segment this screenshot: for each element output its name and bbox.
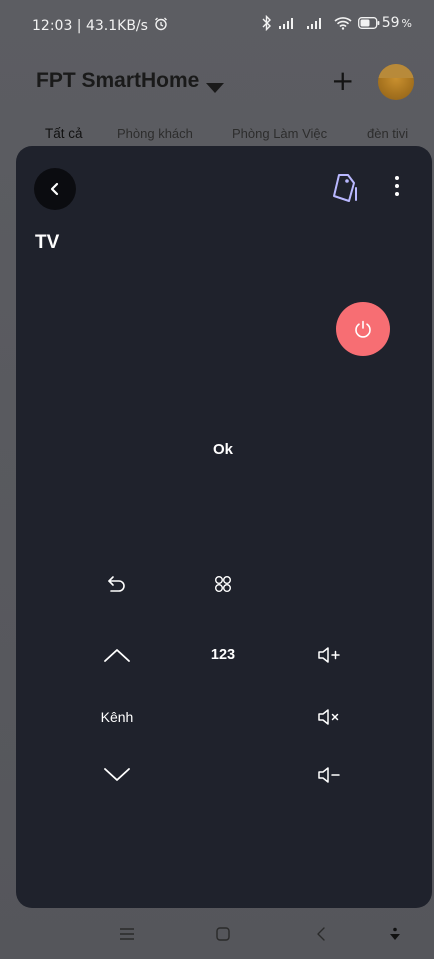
tag-icon[interactable]: [329, 172, 363, 208]
battery-indicator: 59%: [357, 15, 412, 31]
volume-up-button[interactable]: [312, 640, 346, 670]
apps-grid-icon: [215, 576, 231, 592]
volume-mute-icon: [318, 709, 339, 725]
caret-down-icon[interactable]: [206, 78, 224, 97]
status-left: 12:03 | 43.1KB/s: [32, 17, 168, 35]
bluetooth-icon: [262, 15, 272, 31]
tab-living-room[interactable]: Phòng khách: [117, 126, 193, 141]
tab-work-room[interactable]: Phòng Làm Việc: [232, 126, 327, 141]
status-right: 59%: [262, 15, 412, 31]
wifi-icon: [334, 16, 352, 30]
volume-down-button[interactable]: [312, 760, 346, 790]
system-nav-bar: [0, 908, 434, 959]
channel-down-button[interactable]: [98, 758, 136, 792]
volume-up-icon: [318, 647, 340, 663]
recents-button[interactable]: [112, 922, 142, 946]
return-button[interactable]: [100, 568, 134, 600]
channel-label: Kênh: [100, 709, 134, 725]
alarm-icon: [154, 17, 168, 35]
battery-unit: %: [401, 16, 412, 30]
number-pad-button[interactable]: 123: [198, 640, 248, 670]
home-selector[interactable]: FPT SmartHome: [36, 69, 199, 93]
tab-all[interactable]: Tất cả: [45, 126, 83, 141]
screen: 12:03 | 43.1KB/s 59 % FPT SmartHome + Tấ…: [0, 0, 434, 959]
battery-icon: [357, 17, 380, 29]
nav-back-button[interactable]: [306, 922, 336, 946]
status-time-speed: 12:03 | 43.1KB/s: [32, 18, 148, 34]
power-button[interactable]: [336, 302, 390, 356]
tab-tv-light[interactable]: đèn tivi: [367, 126, 408, 141]
channel-up-button[interactable]: [98, 638, 136, 672]
chevron-down-icon: [104, 768, 130, 781]
mute-button[interactable]: [312, 702, 346, 732]
back-button[interactable]: [34, 168, 76, 210]
avatar[interactable]: [378, 64, 414, 100]
more-vertical-icon[interactable]: [391, 176, 403, 196]
device-title: TV: [35, 232, 60, 253]
home-square-icon: [216, 927, 230, 941]
app-header: FPT SmartHome +: [0, 64, 434, 104]
status-bar: 12:03 | 43.1KB/s 59 %: [0, 0, 434, 52]
battery-level: 59: [381, 15, 400, 31]
add-icon[interactable]: +: [331, 66, 354, 96]
home-button[interactable]: [208, 922, 238, 946]
assistant-button[interactable]: [380, 922, 410, 946]
tv-remote-panel: TV Ok 123 Kênh: [16, 146, 432, 908]
chevron-up-icon: [104, 649, 130, 662]
signal-icon: [278, 16, 300, 30]
signal-icon-2: [306, 16, 328, 30]
apps-button[interactable]: [206, 568, 240, 600]
power-icon: [355, 320, 371, 338]
chevron-left-icon: [50, 182, 59, 196]
down-arrow-icon: [390, 927, 400, 940]
ok-button[interactable]: Ok: [198, 434, 248, 464]
menu-icon: [120, 928, 134, 940]
return-icon: [108, 576, 125, 592]
volume-down-icon: [318, 767, 340, 783]
back-arrow-icon: [317, 927, 325, 941]
